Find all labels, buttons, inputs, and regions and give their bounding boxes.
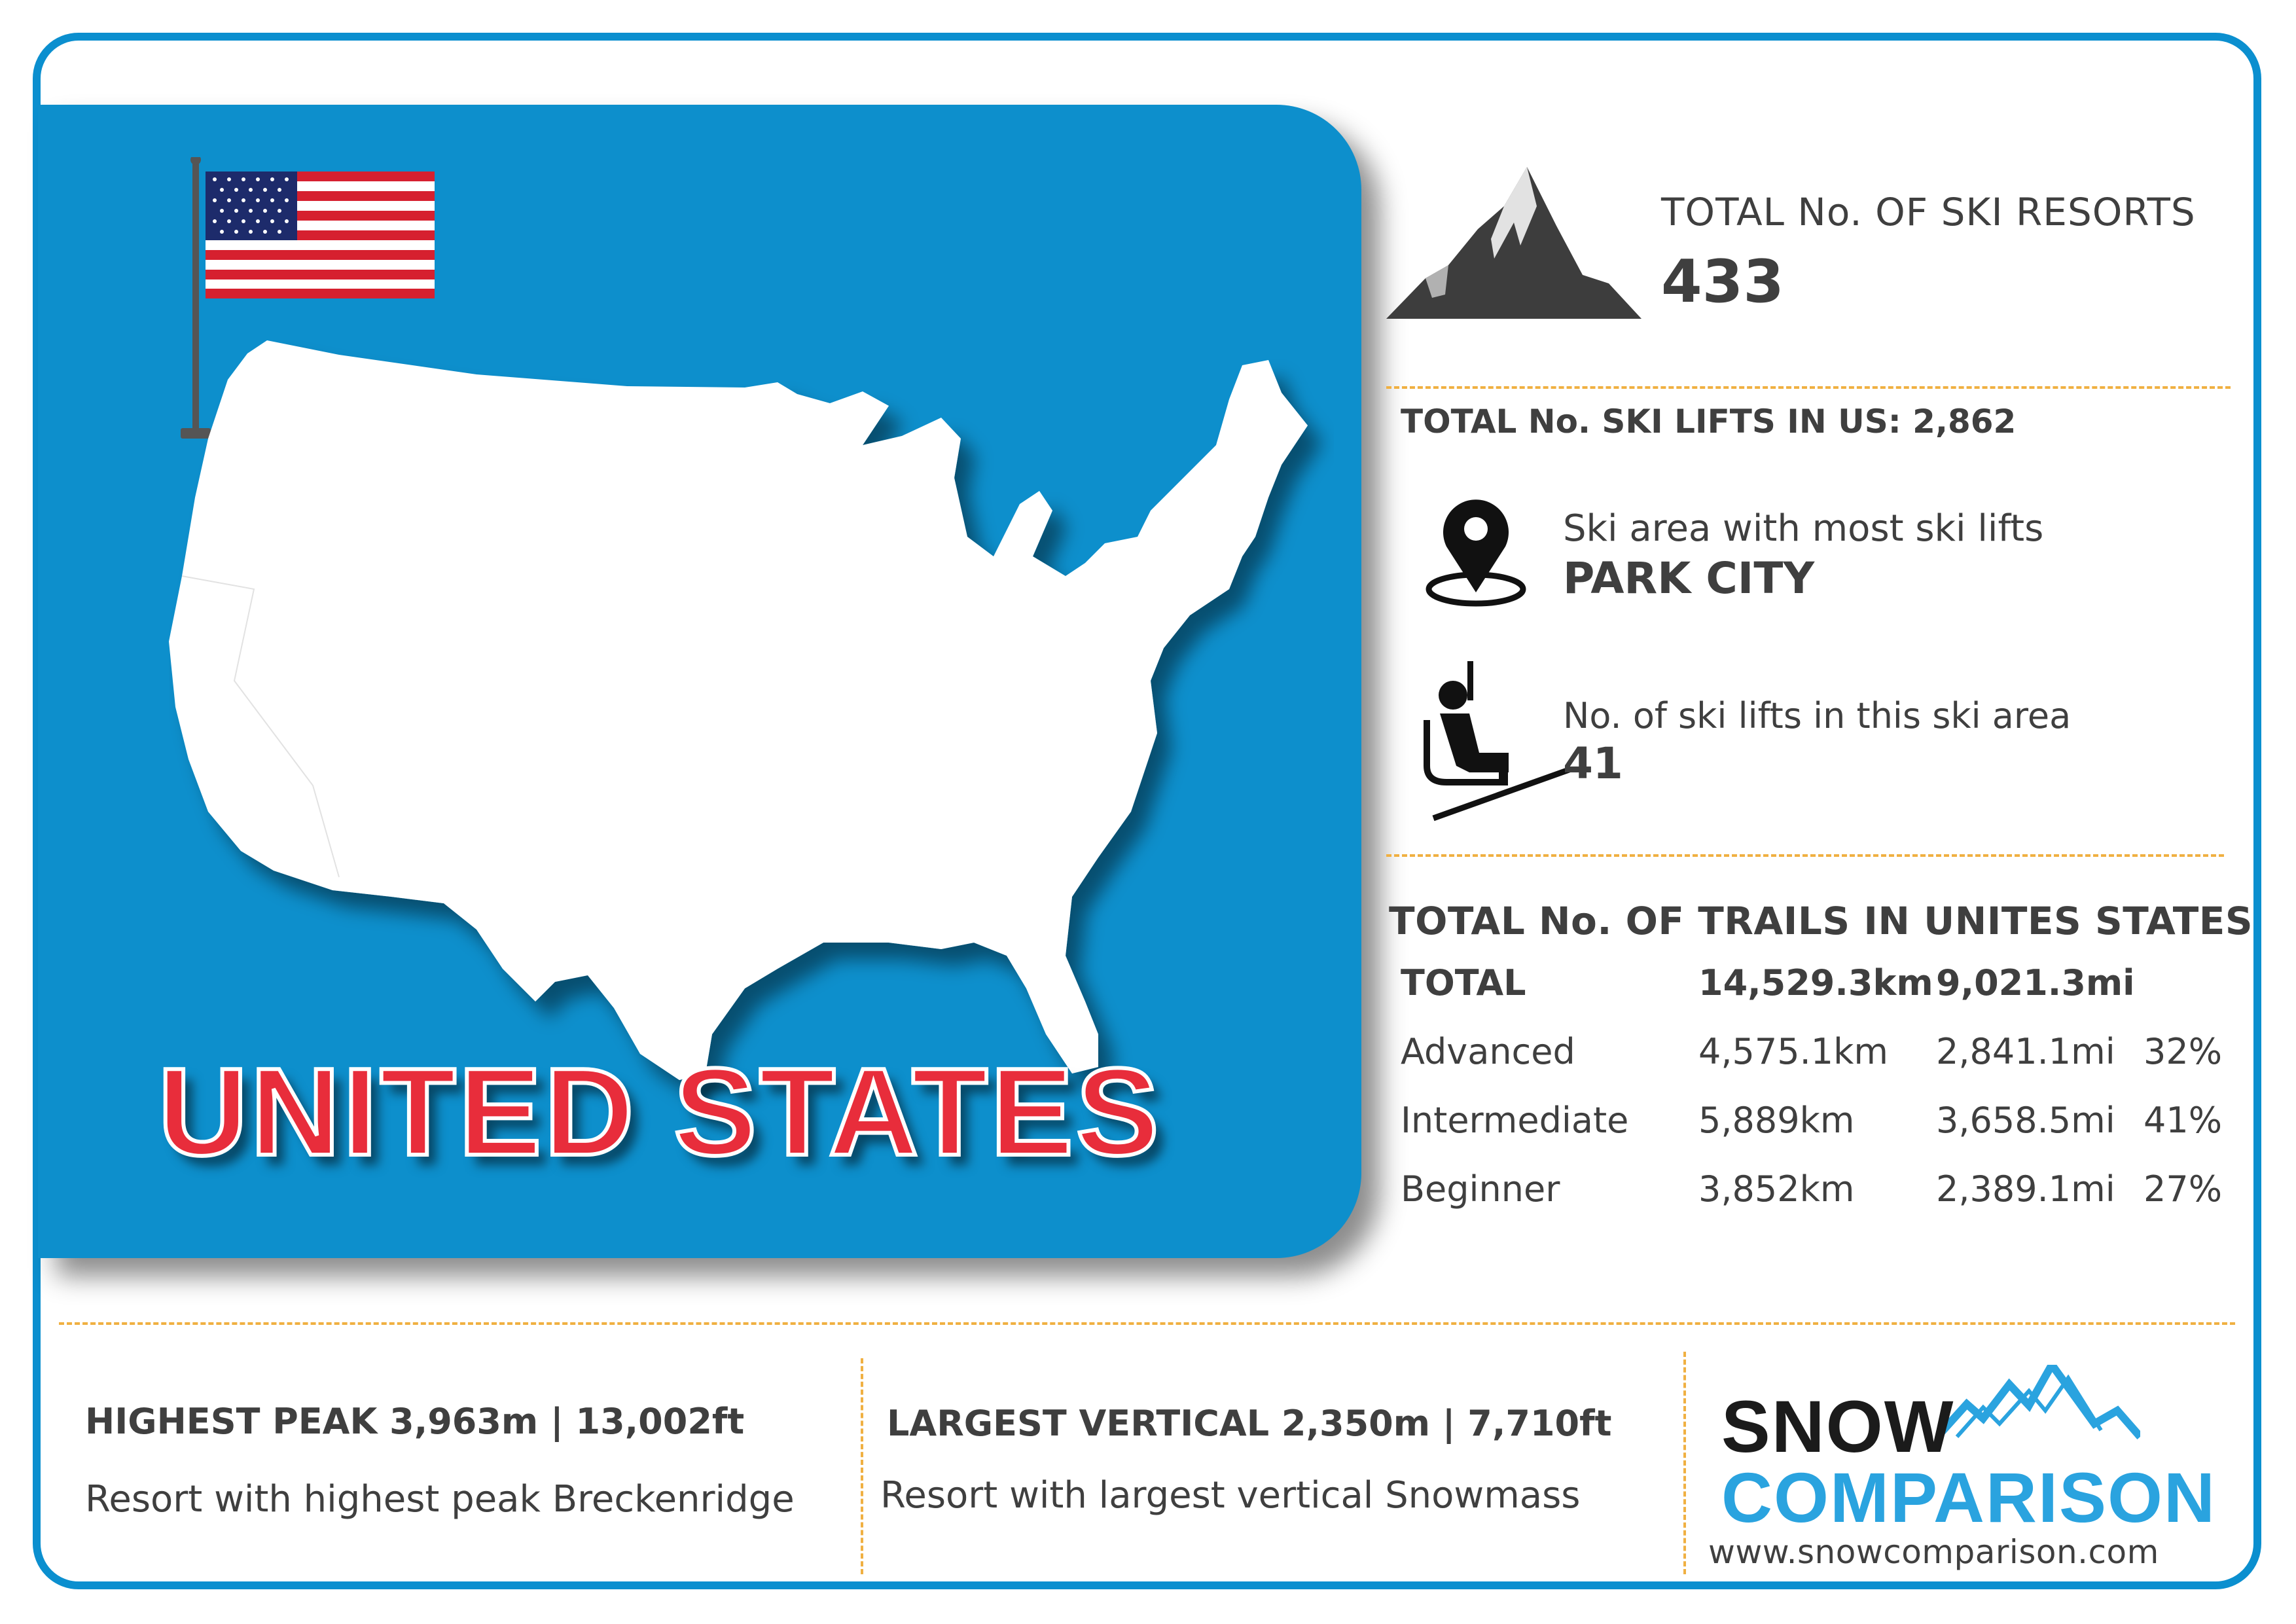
brand-logo-comparison: COMPARISON: [1721, 1458, 2217, 1537]
divider: [1683, 1352, 1686, 1574]
brand-url[interactable]: www.snowcomparison.com: [1708, 1533, 2159, 1571]
trail-level: TOTAL: [1401, 962, 1526, 1003]
ski-resorts-value: 433: [1661, 247, 1784, 316]
trail-pct: 27%: [2144, 1168, 2223, 1210]
highest-peak-title: HIGHEST PEAK 3,963m | 13,002ft: [85, 1401, 745, 1442]
divider: [861, 1358, 863, 1574]
divider: [1386, 854, 2224, 857]
location-pin-icon: [1426, 499, 1526, 607]
mountain-icon: [1386, 167, 1641, 319]
trail-mi: 3,658.5mi: [1936, 1100, 2115, 1141]
trail-level: Beginner: [1401, 1168, 1560, 1210]
logo-mountains-icon: [1937, 1365, 2140, 1440]
chairlift-icon: [1424, 661, 1572, 821]
largest-vertical-title: LARGEST VERTICAL 2,350m | 7,710ft: [887, 1403, 1612, 1444]
trail-level: Intermediate: [1401, 1100, 1629, 1141]
trail-pct: 32%: [2144, 1031, 2223, 1072]
most-lifts-value: PARK CITY: [1563, 553, 1815, 604]
lifts-in-area-value: 41: [1563, 738, 1623, 789]
trail-mi: 2,389.1mi: [1936, 1168, 2115, 1210]
trail-km: 3,852km: [1698, 1168, 1855, 1210]
trail-km: 5,889km: [1698, 1100, 1855, 1141]
trails-row-total: TOTAL 14,529.3km 9,021.3mi: [1401, 962, 2251, 1031]
us-map-icon: [169, 340, 1308, 1080]
trail-mi: 2,841.1mi: [1936, 1031, 2115, 1072]
divider: [59, 1322, 2235, 1325]
trails-row-advanced: Advanced 4,575.1km 2,841.1mi 32%: [1401, 1031, 2251, 1100]
lifts-in-area-label: No. of ski lifts in this ski area: [1563, 695, 2072, 736]
highest-peak-resort: Resort with highest peak Breckenridge: [85, 1478, 795, 1521]
trail-level: Advanced: [1401, 1031, 1575, 1072]
trails-table: TOTAL 14,529.3km 9,021.3mi Advanced 4,57…: [1401, 962, 2251, 1237]
trail-mi: 9,021.3mi: [1936, 962, 2135, 1003]
country-panel: UNITED STATES: [38, 105, 1361, 1258]
trail-km: 4,575.1km: [1698, 1031, 1888, 1072]
divider: [1386, 386, 2231, 389]
trails-row-intermediate: Intermediate 5,889km 3,658.5mi 41%: [1401, 1100, 2251, 1168]
trails-row-beginner: Beginner 3,852km 2,389.1mi 27%: [1401, 1168, 2251, 1237]
trail-km: 14,529.3km: [1698, 962, 1933, 1003]
largest-vertical-resort: Resort with largest vertical Snowmass: [880, 1474, 1581, 1517]
total-ski-lifts: TOTAL No. SKI LIFTS IN US: 2,862: [1401, 403, 2017, 441]
trails-title: TOTAL No. OF TRAILS IN UNITES STATES: [1389, 899, 2253, 943]
most-lifts-label: Ski area with most ski lifts: [1563, 507, 2044, 550]
ski-resorts-label: TOTAL No. OF SKI RESORTS: [1661, 190, 2196, 234]
trail-pct: 41%: [2144, 1100, 2223, 1141]
country-title: UNITED STATES: [156, 1041, 1162, 1183]
